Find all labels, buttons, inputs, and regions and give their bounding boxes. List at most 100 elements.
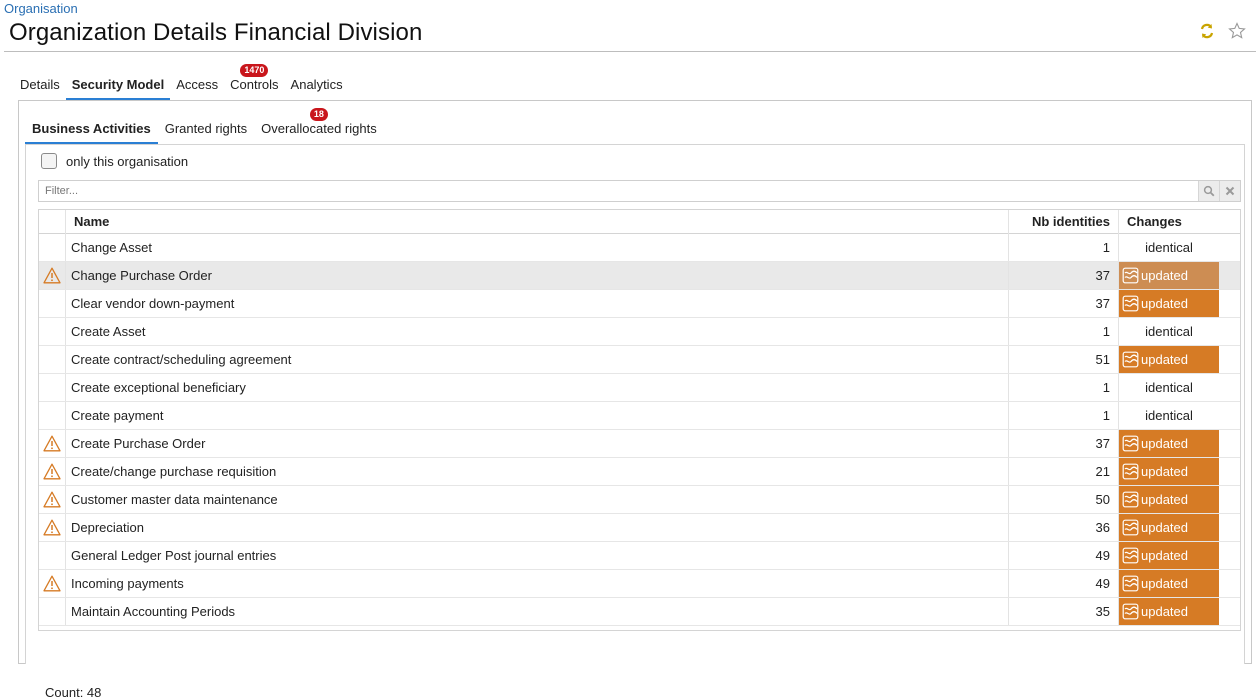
changes-icon [1122,295,1139,312]
only-organisation-toggle[interactable]: only this organisation [41,153,188,169]
tab-label: Details [20,77,60,92]
count-badge: 1470 [240,64,269,77]
table-row[interactable]: Create Purchase Order 37 updated [39,430,1240,458]
changes-icon [1122,351,1139,368]
changes-label: identical [1145,240,1193,255]
table-row[interactable]: Create exceptional beneficiary 1 identical [39,374,1240,402]
table-row[interactable]: Maintain Accounting Periods 35 updated [39,598,1240,626]
row-filler [1219,346,1240,373]
subtab-label: Overallocated rights [261,121,377,136]
warning-icon [43,267,61,284]
search-button[interactable] [1198,181,1219,201]
main-tabs: Details Security Model Access Controls 1470 A… [14,64,349,100]
changes-icon [1122,603,1139,620]
warning-icon [43,463,61,480]
row-status-cell [39,598,66,625]
activity-name: Create Asset [66,318,1009,345]
changes-status: identical [1119,374,1219,401]
filter-input[interactable] [39,181,1198,201]
row-filler [1219,458,1240,485]
changes-icon [1122,575,1139,592]
business-activities-panel: only this organisation Name Nb identitie… [25,144,1245,700]
breadcrumb[interactable]: Organisation [4,1,78,16]
column-header-changes[interactable]: Changes [1119,210,1219,234]
changes-icon [1122,267,1139,284]
nb-identities: 1 [1009,234,1119,261]
table-row[interactable]: Change Purchase Order 37 updated [39,262,1240,290]
nb-identities: 35 [1009,598,1119,625]
header-filler [1219,210,1240,234]
tab-access[interactable]: Access [170,72,224,100]
row-filler [1219,234,1240,261]
row-filler [1219,542,1240,569]
tab-analytics[interactable]: Analytics [285,72,349,100]
row-status-cell [39,486,66,513]
tab-details[interactable]: Details [14,72,66,100]
warning-icon [43,435,61,452]
only-organisation-checkbox[interactable] [41,153,57,169]
row-filler [1219,486,1240,513]
column-header-name[interactable]: Name [66,210,1009,234]
changes-status: updated [1119,570,1219,597]
row-status-cell [39,262,66,289]
clear-filter-button[interactable] [1219,181,1240,201]
changes-label: updated [1141,296,1188,311]
table-row[interactable]: Create/change purchase requisition 21 upda… [39,458,1240,486]
activity-name: General Ledger Post journal entries [66,542,1009,569]
table-row[interactable]: Clear vendor down-payment 37 updated [39,290,1240,318]
table-row[interactable]: Customer master data maintenance 50 update… [39,486,1240,514]
activity-name: Create exceptional beneficiary [66,374,1009,401]
column-header-nb-identities[interactable]: Nb identities [1009,210,1119,234]
changes-status: updated [1119,598,1219,625]
search-icon [1203,185,1215,197]
activity-name: Depreciation [66,514,1009,541]
changes-label: updated [1141,464,1188,479]
changes-label: identical [1145,380,1193,395]
changes-label: updated [1141,604,1188,619]
table-row[interactable]: Depreciation 36 updated [39,514,1240,542]
sync-icon[interactable] [1198,22,1216,40]
table-row[interactable]: Incoming payments 49 updated [39,570,1240,598]
subtab-business-activities[interactable]: Business Activities [25,116,158,144]
changes-status: updated [1119,262,1219,289]
table-header: Name Nb identities Changes [39,210,1240,234]
changes-icon [1122,491,1139,508]
tab-label: Security Model [71,77,165,92]
row-filler [1219,430,1240,457]
subtab-granted-rights[interactable]: Granted rights [158,116,254,144]
only-organisation-label: only this organisation [66,153,189,169]
row-status-cell [39,430,66,457]
table-row[interactable]: General Ledger Post journal entries 49 upd… [39,542,1240,570]
table-row[interactable]: Change Asset 1 identical [39,234,1240,262]
row-status-cell [39,570,66,597]
table-body: Change Asset 1 identical Change Purchase Or… [39,234,1240,626]
changes-label: updated [1141,268,1188,283]
warning-icon [43,491,61,508]
row-status-cell [39,542,66,569]
table-row[interactable]: Create Asset 1 identical [39,318,1240,346]
changes-icon [1122,519,1139,536]
activity-name: Incoming payments [66,570,1009,597]
table-row[interactable]: Create contract/scheduling agreement 51 up… [39,346,1240,374]
changes-icon [1122,547,1139,564]
nb-identities: 49 [1009,570,1119,597]
subtab-overallocated-rights[interactable]: Overallocated rights 18 [254,108,384,144]
changes-label: updated [1141,436,1188,451]
page-title: Organization Details Financial Division [9,19,423,46]
changes-status: updated [1119,430,1219,457]
star-icon[interactable] [1228,22,1246,40]
changes-status: updated [1119,458,1219,485]
changes-status: identical [1119,234,1219,261]
tab-controls[interactable]: Controls 1470 [224,64,284,100]
tab-security-model[interactable]: Security Model [65,72,171,100]
changes-icon [1122,463,1139,480]
table-row[interactable]: Create payment 1 identical [39,402,1240,430]
filter-bar [38,180,1241,202]
nb-identities: 37 [1009,262,1119,289]
activity-name: Change Asset [66,234,1009,261]
row-filler [1219,402,1240,429]
activity-name: Create contract/scheduling agreement [66,346,1009,373]
changes-status: updated [1119,514,1219,541]
changes-status: identical [1119,402,1219,429]
tab-label: Analytics [290,77,343,92]
